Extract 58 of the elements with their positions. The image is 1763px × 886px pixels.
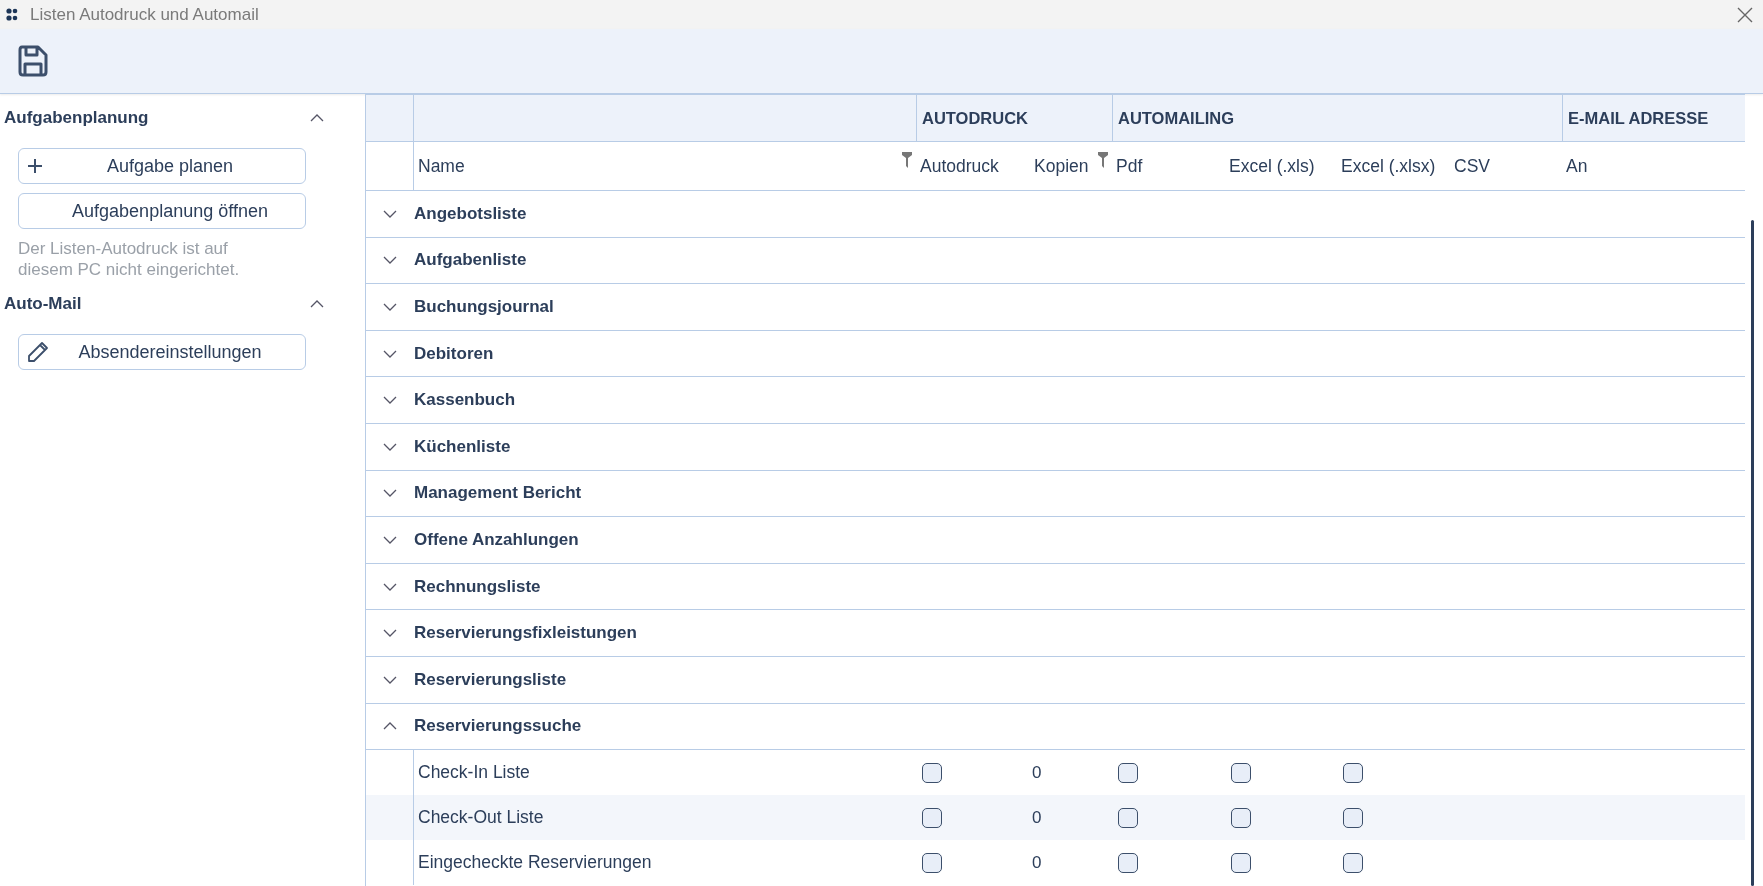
info-text: Der Listen-Autodruck ist auf diesem PC nicht eingerichtet. (17, 238, 241, 280)
section-title: Auto-Mail (4, 294, 82, 314)
section-title: Aufgabenplanung (4, 108, 149, 128)
group-name[interactable]: Offene Anzahlungen (414, 529, 579, 549)
sidebar-button[interactable]: Aufgabenplanung öffnen (18, 193, 306, 229)
save-icon[interactable] (18, 45, 48, 77)
group-name[interactable]: Reservierungsliste (414, 669, 567, 689)
group-name[interactable]: Reservierungsfixleistungen (414, 623, 637, 643)
group-name[interactable]: Küchenliste (414, 436, 511, 456)
checkbox[interactable] (1343, 807, 1363, 828)
column-header[interactable]: Excel (.xls) (1229, 155, 1315, 177)
column-header[interactable]: Pdf (1116, 155, 1143, 177)
column-header[interactable]: Name (418, 155, 465, 177)
column-group-header: AUTOMAILING (1118, 108, 1235, 128)
checkbox[interactable] (1231, 762, 1251, 783)
group-name[interactable]: Kassenbuch (414, 390, 516, 410)
checkbox[interactable] (1343, 852, 1363, 873)
pencil-icon (27, 341, 49, 363)
list-name: Check-Out Liste (418, 807, 544, 829)
group-name[interactable]: Aufgabenliste (414, 250, 527, 270)
column-header[interactable]: Autodruck (920, 155, 999, 177)
copies-value: 0 (1032, 852, 1042, 873)
column-group-header: AUTODRUCK (922, 108, 1029, 128)
checkbox[interactable] (922, 807, 942, 828)
column-header[interactable]: Excel (.xlsx) (1341, 155, 1436, 177)
checkbox[interactable] (1231, 807, 1251, 828)
group-name[interactable]: Management Bericht (414, 483, 582, 503)
sidebar-button[interactable]: Aufgabe planen (18, 148, 306, 184)
checkbox[interactable] (922, 852, 942, 873)
column-header[interactable]: Kopien (1034, 155, 1089, 177)
checkbox[interactable] (1118, 762, 1138, 783)
plus-icon (27, 158, 43, 174)
group-name[interactable]: Debitoren (414, 343, 494, 363)
copies-value: 0 (1032, 762, 1042, 783)
list-name: Eingecheckte Reservierungen (418, 852, 652, 874)
filter-icon[interactable] (902, 152, 912, 168)
group-name[interactable]: Angebotsliste (414, 203, 527, 223)
close-icon[interactable] (1737, 6, 1753, 23)
column-header[interactable]: CSV (1454, 155, 1490, 177)
list-row[interactable]: Check-Out Liste 0 (366, 795, 1745, 841)
list-name: Check-In Liste (418, 762, 530, 784)
checkbox[interactable] (922, 762, 942, 783)
column-header[interactable]: An (1566, 155, 1588, 177)
column-group-header: E-MAIL ADRESSE (1568, 108, 1709, 128)
checkbox[interactable] (1231, 852, 1251, 873)
list-row[interactable]: Eingecheckte Reservierungen 0 (366, 840, 1745, 886)
group-name[interactable]: Buchungsjournal (414, 297, 554, 316)
checkbox[interactable] (1118, 807, 1138, 828)
group-name[interactable]: Rechnungsliste (414, 576, 541, 596)
checkbox[interactable] (1118, 852, 1138, 873)
sidebar-button[interactable]: Absendereinstellungen (18, 334, 306, 370)
checkbox[interactable] (1343, 762, 1363, 783)
window-title: Listen Autodruck und Automail (30, 4, 260, 25)
copies-value: 0 (1032, 807, 1042, 828)
app-icon (6, 7, 18, 22)
scrollbar-thumb[interactable] (1751, 220, 1754, 886)
group-name[interactable]: Reservierungssuche (414, 716, 582, 736)
filter-icon[interactable] (1098, 152, 1108, 168)
